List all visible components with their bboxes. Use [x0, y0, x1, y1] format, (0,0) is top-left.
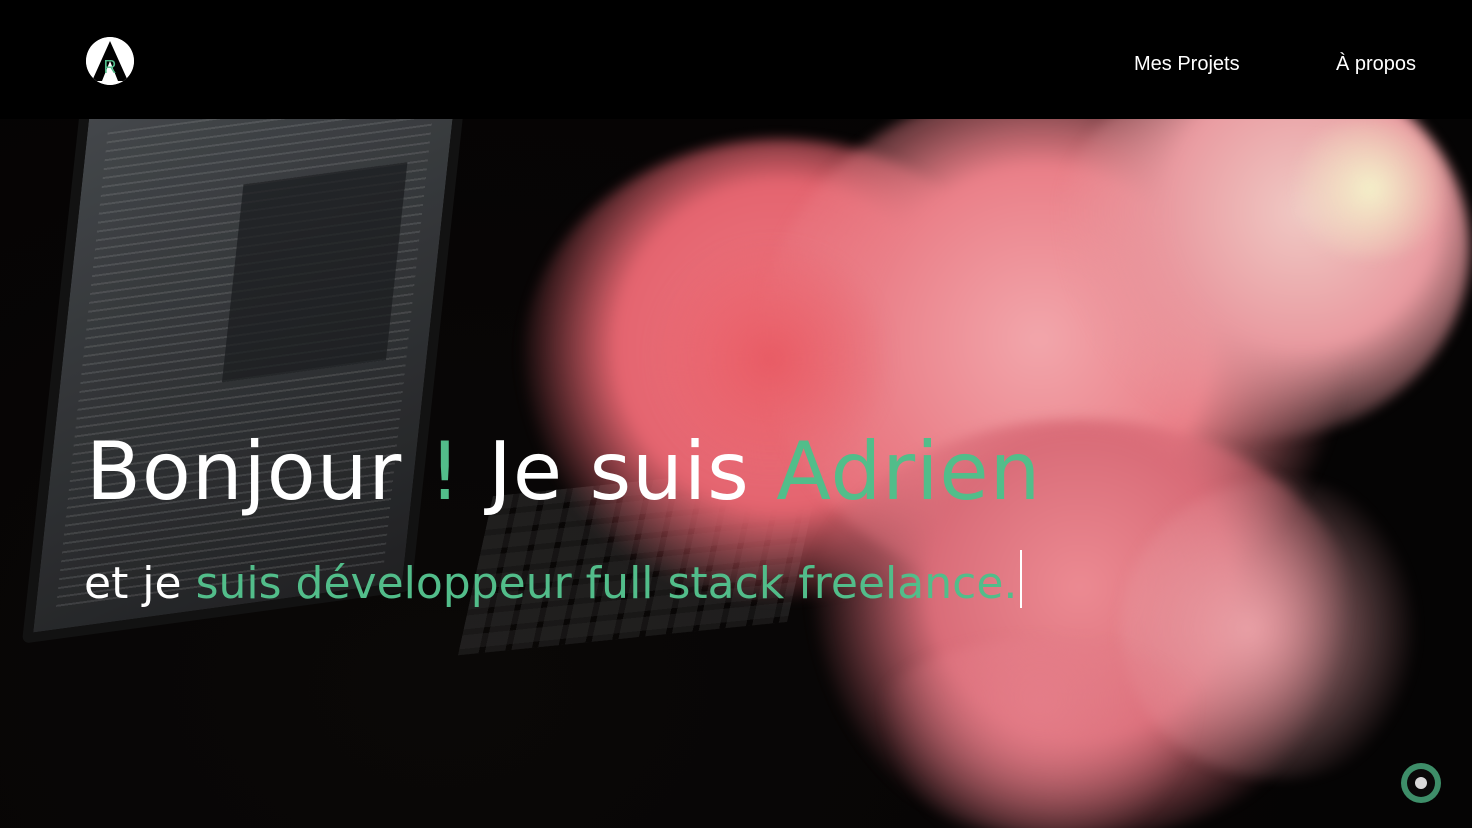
- scroll-down-icon[interactable]: [1401, 763, 1441, 803]
- logo-letter: R: [104, 57, 117, 77]
- typing-cursor: [1020, 550, 1023, 608]
- nav-link-projects[interactable]: Mes Projets: [1134, 51, 1240, 77]
- navbar: R Mes Projets À propos: [0, 0, 1472, 119]
- logo-graphic: R: [86, 37, 134, 85]
- a-logo-icon[interactable]: R: [86, 37, 134, 85]
- code-panel: [221, 162, 408, 383]
- smoke-cloud: [1280, 119, 1460, 259]
- subline-role: suis développeur full stack freelance.: [195, 558, 1018, 609]
- smoke-cloud: [860, 639, 1220, 828]
- headline-name: Adrien: [776, 425, 1042, 518]
- headline-intro: Je suis: [461, 425, 777, 518]
- hero-subline: et je suis développeur full stack freela…: [84, 550, 1023, 614]
- hero-headline: Bonjour ! Je suis Adrien: [86, 422, 1041, 522]
- headline-greeting: Bonjour: [86, 425, 429, 518]
- page: R Mes Projets À propos Bonjour ! Je suis…: [0, 0, 1472, 828]
- headline-exclamation: !: [428, 425, 462, 518]
- subline-prefix: et je: [84, 558, 196, 609]
- nav-link-about[interactable]: À propos: [1336, 51, 1416, 77]
